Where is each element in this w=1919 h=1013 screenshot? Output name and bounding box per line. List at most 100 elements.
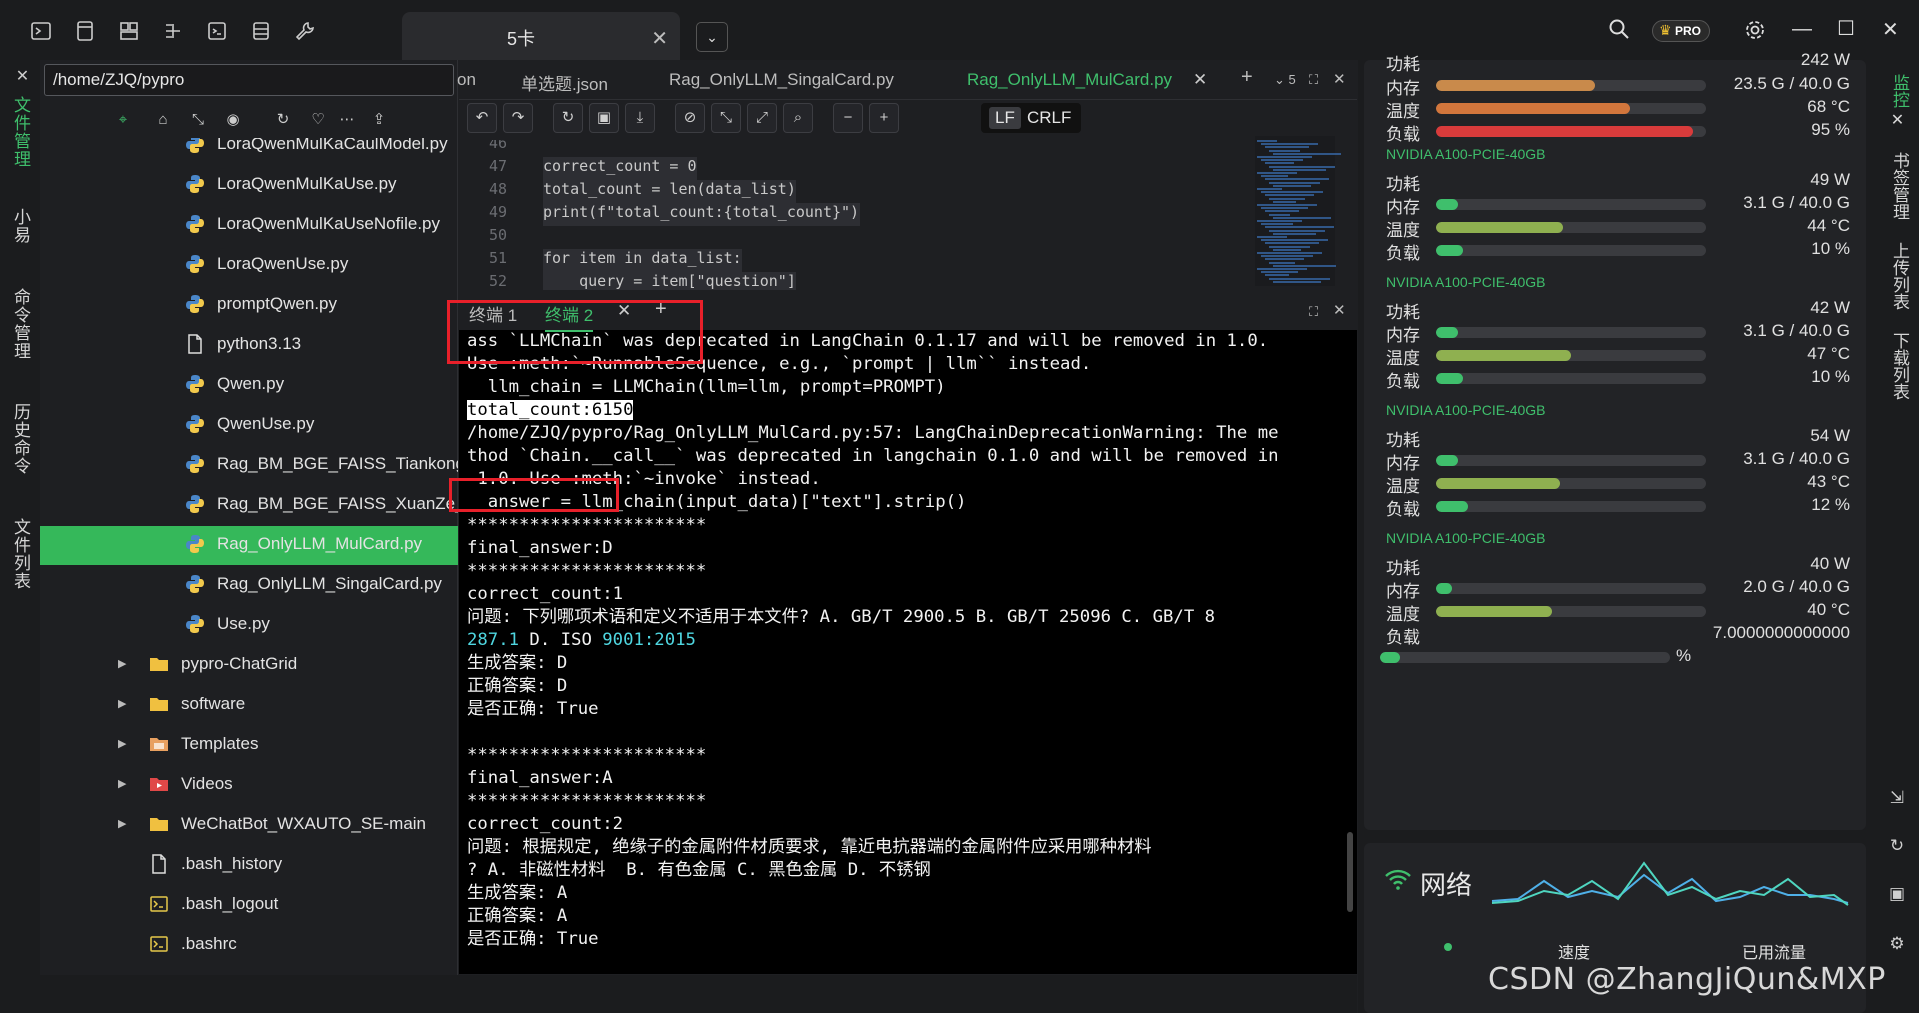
tab-monitor[interactable]: 监控	[1887, 74, 1912, 108]
expand-icon[interactable]: ⛶	[1309, 72, 1318, 88]
editor-tab[interactable]: on	[457, 70, 476, 90]
console-icon[interactable]	[206, 20, 228, 42]
gear-icon[interactable]	[1744, 19, 1766, 41]
window-close-icon[interactable]: ✕	[1882, 17, 1899, 42]
file-row[interactable]: .bash_logout	[40, 886, 458, 925]
file-row[interactable]: LoraQwenMulKaCaulModel.py	[40, 138, 458, 165]
refresh-icon[interactable]: ↻	[268, 106, 298, 134]
tab-count[interactable]: ⌄ 5	[1274, 72, 1296, 88]
file-row[interactable]: Rag_OnlyLLM_SingalCard.py	[40, 566, 458, 605]
pro-badge[interactable]: ♛ PRO	[1652, 20, 1710, 42]
heart-icon[interactable]: ♡	[303, 106, 333, 134]
close-panel-icon[interactable]: ✕	[12, 66, 31, 86]
undo-icon[interactable]: ↶	[467, 103, 497, 133]
file-row[interactable]: Use.py	[40, 606, 458, 645]
close-tab-icon[interactable]: ✕	[1193, 70, 1207, 90]
folder-icon	[148, 693, 170, 715]
close-editor-icon[interactable]: ✕	[1333, 70, 1346, 88]
tab-bookmarks[interactable]: 书签管理	[1887, 152, 1912, 220]
server-icon[interactable]	[250, 20, 272, 42]
metric-value: 10 %	[1811, 367, 1850, 386]
save-icon[interactable]: ▣	[1887, 884, 1907, 904]
save-icon[interactable]: ▣	[589, 103, 619, 133]
collapse-icon[interactable]: ⤡	[183, 106, 213, 134]
file-row[interactable]: ▶ software	[40, 686, 458, 725]
add-tab-icon[interactable]: +	[1241, 66, 1253, 89]
layout-icon[interactable]	[118, 20, 140, 42]
terminal-scrollbar[interactable]	[1347, 832, 1353, 912]
more-icon[interactable]: ⋯	[332, 106, 362, 134]
file-row[interactable]: .bashrc	[40, 926, 458, 965]
file-row[interactable]: Rag_BM_BGE_FAISS_XuanZe_F	[40, 486, 458, 525]
crlf-button[interactable]: CRLF	[1027, 108, 1071, 128]
close-monitor-icon[interactable]: ✕	[1887, 110, 1906, 129]
file-row[interactable]: LoraQwenMulKaUse.py	[40, 166, 458, 205]
file-row[interactable]: Rag_OnlyLLM_MulCard.py	[40, 526, 458, 565]
lf-button[interactable]: LF	[989, 107, 1021, 129]
expand-arrow-icon[interactable]: ▶	[118, 777, 126, 790]
zoom-out-icon[interactable]: −	[833, 103, 863, 133]
find-icon[interactable]: ⌕	[783, 103, 813, 133]
tab-file-manager[interactable]: 文件管理	[8, 96, 33, 168]
tab-download-list[interactable]: 下载列表	[1887, 332, 1912, 400]
file-row[interactable]: Rag_BM_BGE_FAISS_Tiankong	[40, 446, 458, 485]
expand-arrow-icon[interactable]: ▶	[118, 817, 126, 830]
editor-tab[interactable]: Rag_OnlyLLM_SingalCard.py	[669, 70, 894, 90]
terminal-output[interactable]: ass `LLMChain` was deprecated in LangCha…	[467, 330, 1347, 974]
tab-history-commands[interactable]: 历史命令	[8, 403, 33, 475]
export-icon[interactable]: ⇲	[1887, 788, 1907, 808]
file-row[interactable]: ▶ Templates	[40, 726, 458, 765]
locate-icon[interactable]: ⌖	[108, 106, 138, 134]
expand-arrow-icon[interactable]: ▶	[118, 657, 126, 670]
tab-command-manager[interactable]: 命令管理	[8, 288, 33, 360]
minimap-line	[1261, 271, 1298, 274]
file-row[interactable]: promptQwen.py	[40, 286, 458, 325]
path-input[interactable]: /home/ZJQ/pypro	[44, 64, 454, 96]
tab-xiaoyi[interactable]: 小易	[8, 208, 33, 244]
tab-list-dropdown[interactable]: ⌄	[696, 22, 728, 52]
file-row[interactable]: ▶ Videos	[40, 766, 458, 805]
minimap[interactable]	[1255, 136, 1341, 286]
close-terminal-icon[interactable]: ✕	[1333, 301, 1346, 319]
file-row[interactable]: ▶ pypro-ChatGrid	[40, 646, 458, 685]
expand-arrow-icon[interactable]: ▶	[118, 697, 126, 710]
metric-value: 242 W	[1800, 50, 1850, 69]
file-row[interactable]: .bash_history	[40, 846, 458, 885]
terminal-line: correct_count:1	[467, 583, 1347, 606]
refresh-icon[interactable]: ↻	[1887, 836, 1907, 856]
reload-icon[interactable]: ↻	[553, 103, 583, 133]
file-row[interactable]: Qwen.py	[40, 366, 458, 405]
tab-upload-list[interactable]: 上传列表	[1887, 242, 1912, 310]
home-icon[interactable]: ⌂	[148, 106, 178, 134]
expand-terminal-icon[interactable]: ⛶	[1309, 304, 1318, 320]
shrink-icon[interactable]: ⤡	[711, 103, 741, 133]
file-row[interactable]: LoraQwenMulKaUseNofile.py	[40, 206, 458, 245]
code-area[interactable]: 46 47 correct_count = 0 48 total_count = len…	[459, 140, 1259, 290]
redo-icon[interactable]: ↷	[503, 103, 533, 133]
file-row[interactable]: QwenUse.py	[40, 406, 458, 445]
close-icon[interactable]: ✕	[651, 26, 668, 51]
session-tab[interactable]: 5卡 ✕	[402, 12, 680, 60]
expand-arrow-icon[interactable]: ▶	[118, 737, 126, 750]
settings-icon[interactable]: ⚙	[1887, 934, 1907, 954]
file-row[interactable]: ▶ WeChatBot_WXAUTO_SE-main	[40, 806, 458, 845]
minimize-icon[interactable]: —	[1792, 18, 1812, 41]
file-row[interactable]: LoraQwenUse.py	[40, 246, 458, 285]
editor-tab[interactable]: 单选题.json	[521, 70, 608, 95]
maximize-icon[interactable]: ☐	[1837, 16, 1855, 41]
zoom-in-icon[interactable]: +	[869, 103, 899, 133]
left-rail: ✕ 文件管理 小易 命令管理 历史命令 文件列表	[0, 60, 40, 1013]
terminal-icon[interactable]	[30, 20, 52, 42]
enlarge-icon[interactable]: ⤢	[747, 103, 777, 133]
compass-icon[interactable]: ⊘	[675, 103, 705, 133]
wrench-icon[interactable]	[294, 20, 316, 42]
search-icon[interactable]	[1608, 18, 1630, 40]
tab-file-list[interactable]: 文件列表	[8, 518, 33, 590]
file-row[interactable]: python3.13	[40, 326, 458, 365]
upload-icon[interactable]: ⇪	[364, 106, 394, 134]
download-icon[interactable]: ⤓	[625, 103, 655, 133]
editor-tab-active[interactable]: Rag_OnlyLLM_MulCard.py	[967, 70, 1172, 90]
eye-icon[interactable]: ◉	[218, 106, 248, 134]
branch-icon[interactable]	[162, 20, 184, 42]
document-icon[interactable]	[74, 20, 96, 42]
